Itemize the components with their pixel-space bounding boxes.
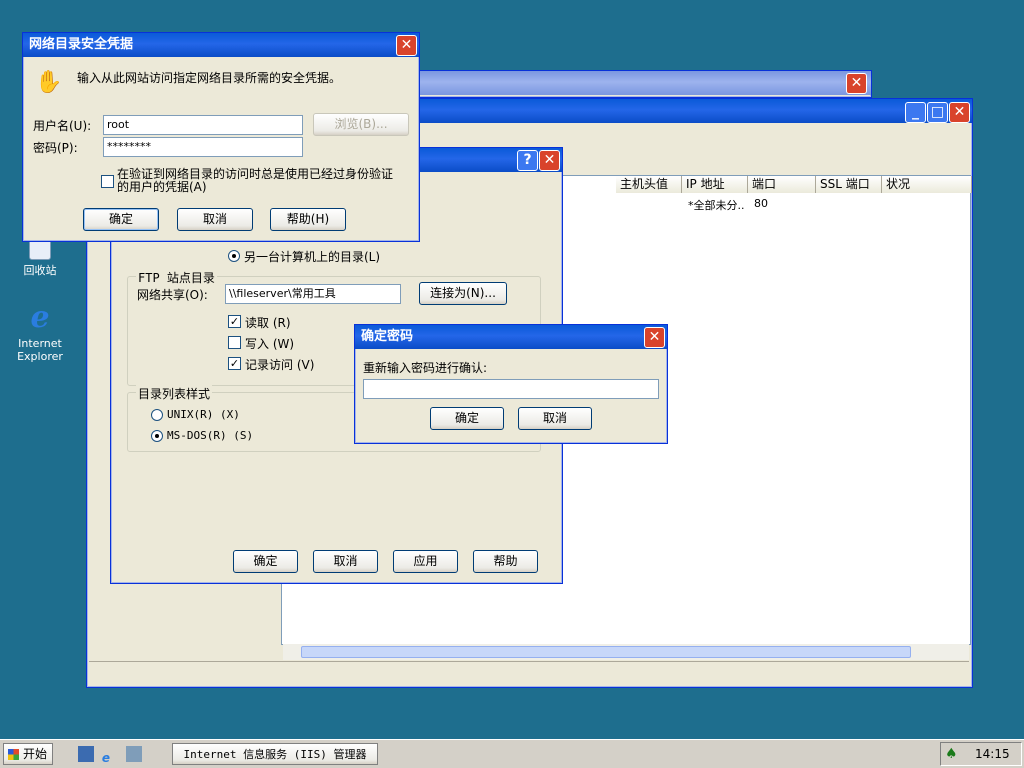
help-title-button[interactable]: ? (517, 150, 538, 171)
msdos-label: MS-DOS(R) (S) (167, 429, 254, 442)
col-host[interactable]: 主机头值 (616, 176, 682, 193)
use-auth-checkbox[interactable] (101, 175, 114, 188)
internet-explorer-icon: e (30, 300, 50, 335)
share-label: 网络共享(O): (137, 288, 208, 302)
list-style-title: 目录列表样式 (136, 385, 213, 402)
explorer-quicklaunch-icon[interactable] (125, 746, 142, 762)
desktop-icon-recycle-bin[interactable]: 回收站 (0, 236, 80, 277)
start-label: 开始 (22, 747, 47, 761)
credentials-cancel-button[interactable]: 取消 (177, 208, 253, 231)
use-auth-label: 在验证到网络目录的访问时总是使用已经过身份验证的用户的凭据(A) (117, 167, 394, 194)
confirm-title: 确定密码 (361, 329, 414, 344)
browse-button[interactable]: 浏览(B)... (313, 113, 409, 136)
credentials-description: 输入从此网站访问指定网络目录所需的安全凭据。 (77, 71, 342, 85)
confirm-prompt: 重新输入密码进行确认: (363, 361, 488, 375)
credentials-title: 网络目录安全凭据 (29, 37, 134, 52)
credentials-close-button[interactable]: ✕ (396, 35, 417, 56)
show-desktop-icon[interactable] (78, 746, 94, 762)
read-label: 读取 (R) (245, 316, 291, 330)
properties-help-button[interactable]: 帮助 (473, 550, 538, 573)
radio-other-computer-label: 另一台计算机上的目录(L) (244, 250, 381, 264)
h-scrollbar[interactable] (283, 644, 969, 660)
status-bar (89, 661, 969, 685)
read-checkbox[interactable]: ✓ (228, 315, 241, 328)
confirm-ok-button[interactable]: 确定 (430, 407, 504, 430)
properties-cancel-button[interactable]: 取消 (313, 550, 378, 573)
share-input[interactable]: \\fileserver\常用工具 (225, 284, 401, 304)
credentials-dialog: 网络目录安全凭据 ✕ ✋ 输入从此网站访问指定网络目录所需的安全凭据。 用户名(… (22, 32, 420, 242)
taskbar-iis-button[interactable]: Internet 信息服务 (IIS) 管理器 (172, 743, 378, 765)
desktop-icon-ie[interactable]: e Internet Explorer (0, 300, 80, 364)
credentials-titlebar: 网络目录安全凭据 (23, 33, 419, 57)
properties-apply-button[interactable]: 应用 (393, 550, 458, 573)
handshake-icon: ✋ (35, 70, 63, 95)
row-port: 80 (754, 197, 768, 210)
connect-as-button[interactable]: 连接为(N)... (419, 282, 507, 305)
ftp-group-title: FTP 站点目录 (136, 269, 217, 286)
network-tray-icon[interactable]: ♠ (945, 746, 958, 762)
password-label: 密码(P): (33, 141, 78, 155)
properties-close-button[interactable]: ✕ (539, 150, 560, 171)
confirm-password-input[interactable] (363, 379, 659, 399)
recycle-bin-label: 回收站 (23, 264, 57, 277)
radio-other-computer[interactable] (228, 250, 240, 262)
confirm-password-dialog: 确定密码 ✕ 重新输入密码进行确认: 确定 取消 (354, 324, 668, 444)
username-label: 用户名(U): (33, 119, 92, 133)
write-checkbox[interactable] (228, 336, 241, 349)
minimize-button[interactable]: _ (905, 102, 926, 123)
password-input[interactable]: ******** (103, 137, 303, 157)
col-ip[interactable]: IP 地址 (682, 176, 748, 193)
unix-radio[interactable] (151, 409, 163, 421)
msdos-radio[interactable] (151, 430, 163, 442)
col-ssl[interactable]: SSL 端口 (816, 176, 882, 193)
credentials-ok-button[interactable]: 确定 (83, 208, 159, 231)
col-status[interactable]: 状况 (882, 176, 972, 193)
system-tray: ♠ 14:15 (940, 742, 1022, 766)
col-port[interactable]: 端口 (748, 176, 816, 193)
log-label: 记录访问 (V) (245, 358, 315, 372)
clock: 14:15 (975, 747, 1010, 761)
taskbar: 开始 e Internet 信息服务 (IIS) 管理器 ♠ 14:15 (0, 739, 1024, 768)
confirm-cancel-button[interactable]: 取消 (518, 407, 592, 430)
quick-launch: e (78, 746, 142, 767)
close-button[interactable]: ✕ (949, 102, 970, 123)
maximize-button[interactable]: □ (927, 102, 948, 123)
log-checkbox[interactable]: ✓ (228, 357, 241, 370)
unix-label: UNIX(R) (X) (167, 408, 240, 421)
windows-logo-icon (8, 749, 19, 760)
start-button[interactable]: 开始 (3, 743, 53, 765)
row-ip: *全部未分.. (688, 199, 745, 212)
confirm-close-button[interactable]: ✕ (644, 327, 665, 348)
credentials-help-button[interactable]: 帮助(H) (270, 208, 346, 231)
username-input[interactable]: root (103, 115, 303, 135)
properties-ok-button[interactable]: 确定 (233, 550, 298, 573)
bg-close-button[interactable]: ✕ (846, 73, 867, 94)
ie-quicklaunch-icon[interactable]: e (102, 751, 118, 767)
confirm-titlebar: 确定密码 (355, 325, 667, 349)
ie-label: Internet Explorer (17, 337, 63, 363)
write-label: 写入 (W) (245, 337, 295, 351)
